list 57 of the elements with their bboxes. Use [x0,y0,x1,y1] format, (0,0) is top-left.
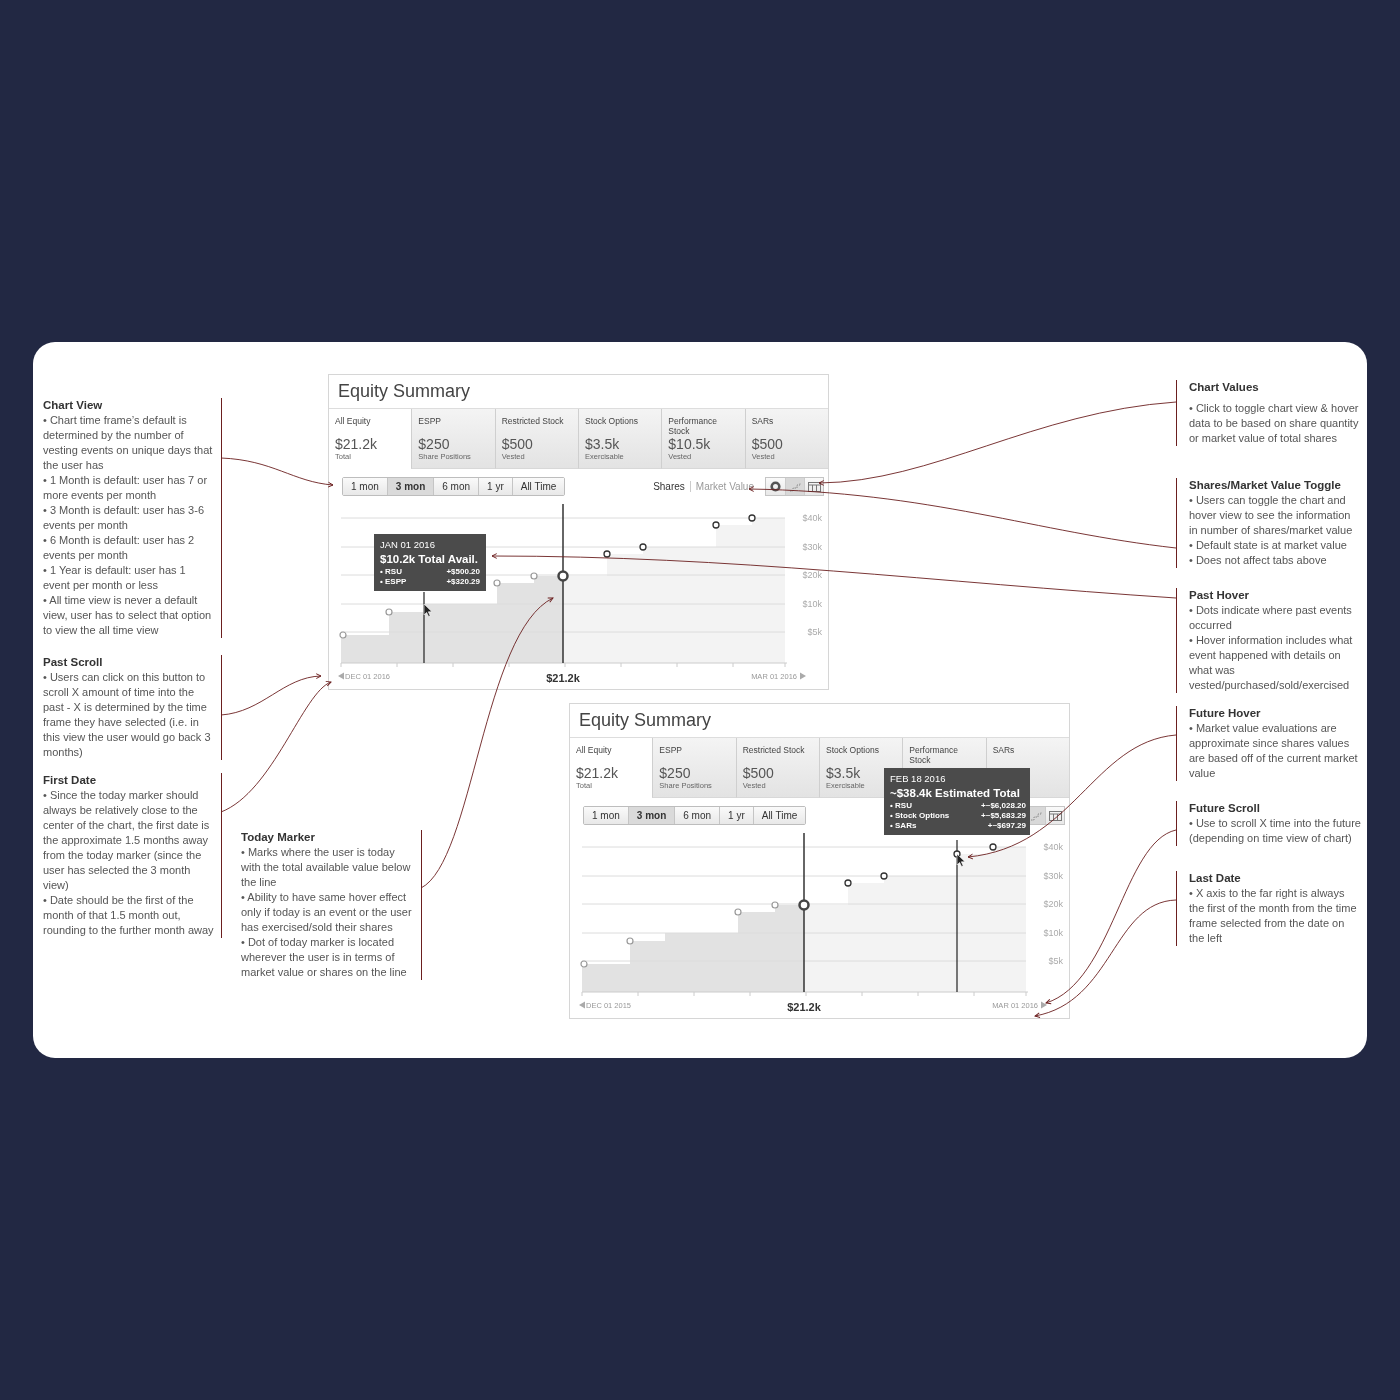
tooltip-date: JAN 01 2016 [380,538,436,551]
annotation-title: Future Scroll [1189,801,1261,816]
tooltip-line-amount: +~$6,028.20 [981,801,1026,811]
annotation-title: Past Hover [1189,588,1251,603]
tooltip-line-amount: +~$5,683.29 [981,811,1026,821]
annotation-text: • Click to toggle chart view & hover data to be based on share quantity or market value of total shares [1189,401,1360,446]
annotation-title: Shares/Market Value Toggle [1189,478,1342,493]
tooltip-line-amount: +$320.29 [446,577,480,587]
annotation-text: • Does not affect tabs above [1189,553,1328,568]
annotation-title: First Date [43,773,98,788]
annotation-text: • 3 Month is default: user has 3-6 events per month [43,503,205,533]
widget-title: Equity Summary [337,380,472,403]
y-axis-label: $5k [807,627,822,637]
annotation-text: • 1 Month is default: user has 7 or more events per month [43,473,209,503]
today-value-label: $21.2k [546,672,580,684]
annotation-text: • X axis to the far right is always the first of the month from the time frame selected from the date on the left [1189,886,1358,946]
annotation-title: Future Hover [1189,706,1262,721]
y-axis-label: $5k [1048,956,1063,966]
tooltip-line-label: • SARs [890,821,917,831]
y-axis-label: $40k [1043,842,1063,852]
y-axis-label: $30k [802,542,822,552]
annotation-title: Today Marker [241,830,316,845]
annotation-text: • Use to scroll X time into the future (depending on time view of chart) [1189,816,1362,846]
y-axis-label: $20k [802,570,822,580]
y-axis-label: $20k [1043,899,1063,909]
annotation-title: Last Date [1189,871,1242,886]
annotation-title: Past Scroll [43,655,104,670]
y-axis-label: $10k [1043,928,1063,938]
annotation-text: • Ability to have same hover effect only if today is an event or the user has exercised/sold their shares [241,890,413,935]
annotation-title: Chart View [43,398,104,413]
annotation-title: Chart Values [1189,380,1260,395]
widget-title: Equity Summary [578,709,713,732]
tooltip-line-label: • Stock Options [890,811,950,821]
annotation-text: • Since the today marker should always be relatively close to the center of the chart, the first date is the approximate 1.5 months away from the today marker (since the user has selected the 3 month view) [43,788,211,893]
annotation-text: • Date should be the first of the month of that 1.5 month out, rounding to the further month away [43,893,215,938]
tooltip-line-amount: +$500.20 [446,567,480,577]
annotation-text: • Users can toggle the chart and hover view to see the information in number of shares/market value [1189,493,1354,538]
today-value-label: $21.2k [787,1001,821,1013]
annotation-text: • Users can click on this button to scroll X amount of time into the past - X is determined by the time frame they have selected (i.e. in this view the user would go back 3 months) [43,670,212,760]
y-axis-label: $10k [802,599,822,609]
tooltip-total: $10.2k Total Avail. [380,552,479,567]
annotation-text: • 6 Month is default: user has 2 events per month [43,533,196,563]
y-axis-label: $40k [802,513,822,523]
tooltip-line-amount: +~$697.29 [987,821,1026,831]
y-axis-label: $30k [1043,871,1063,881]
annotation-text: • Market value evaluations are approximate since shares values are based off of the current market value [1189,721,1359,781]
annotation-text: • Dots indicate where past events occurred [1189,603,1353,633]
tooltip-line-label: • ESPP [380,577,407,587]
annotation-text: • Hover information includes what event happened with details on what was vested/purchased/sold/exercised [1189,633,1354,693]
annotation-text: • All time view is never a default view, user has to select that option to view the all time view [43,593,213,638]
annotation-text: • Dot of today marker is located wherever the user is in terms of market value or shares on the line [241,935,408,980]
annotation-text: • Default state is at market value [1189,538,1348,553]
tooltip-line-label: • RSU [380,567,402,577]
annotation-text: • 1 Year is default: user has 1 event per month or less [43,563,187,593]
annotation-text: • Chart time frame’s default is determined by the number of vesting events on unique days that the user has [43,413,214,473]
tooltip-line-label: • RSU [890,801,912,811]
annotation-text: • Marks where the user is today with the total available value below the line [241,845,412,890]
